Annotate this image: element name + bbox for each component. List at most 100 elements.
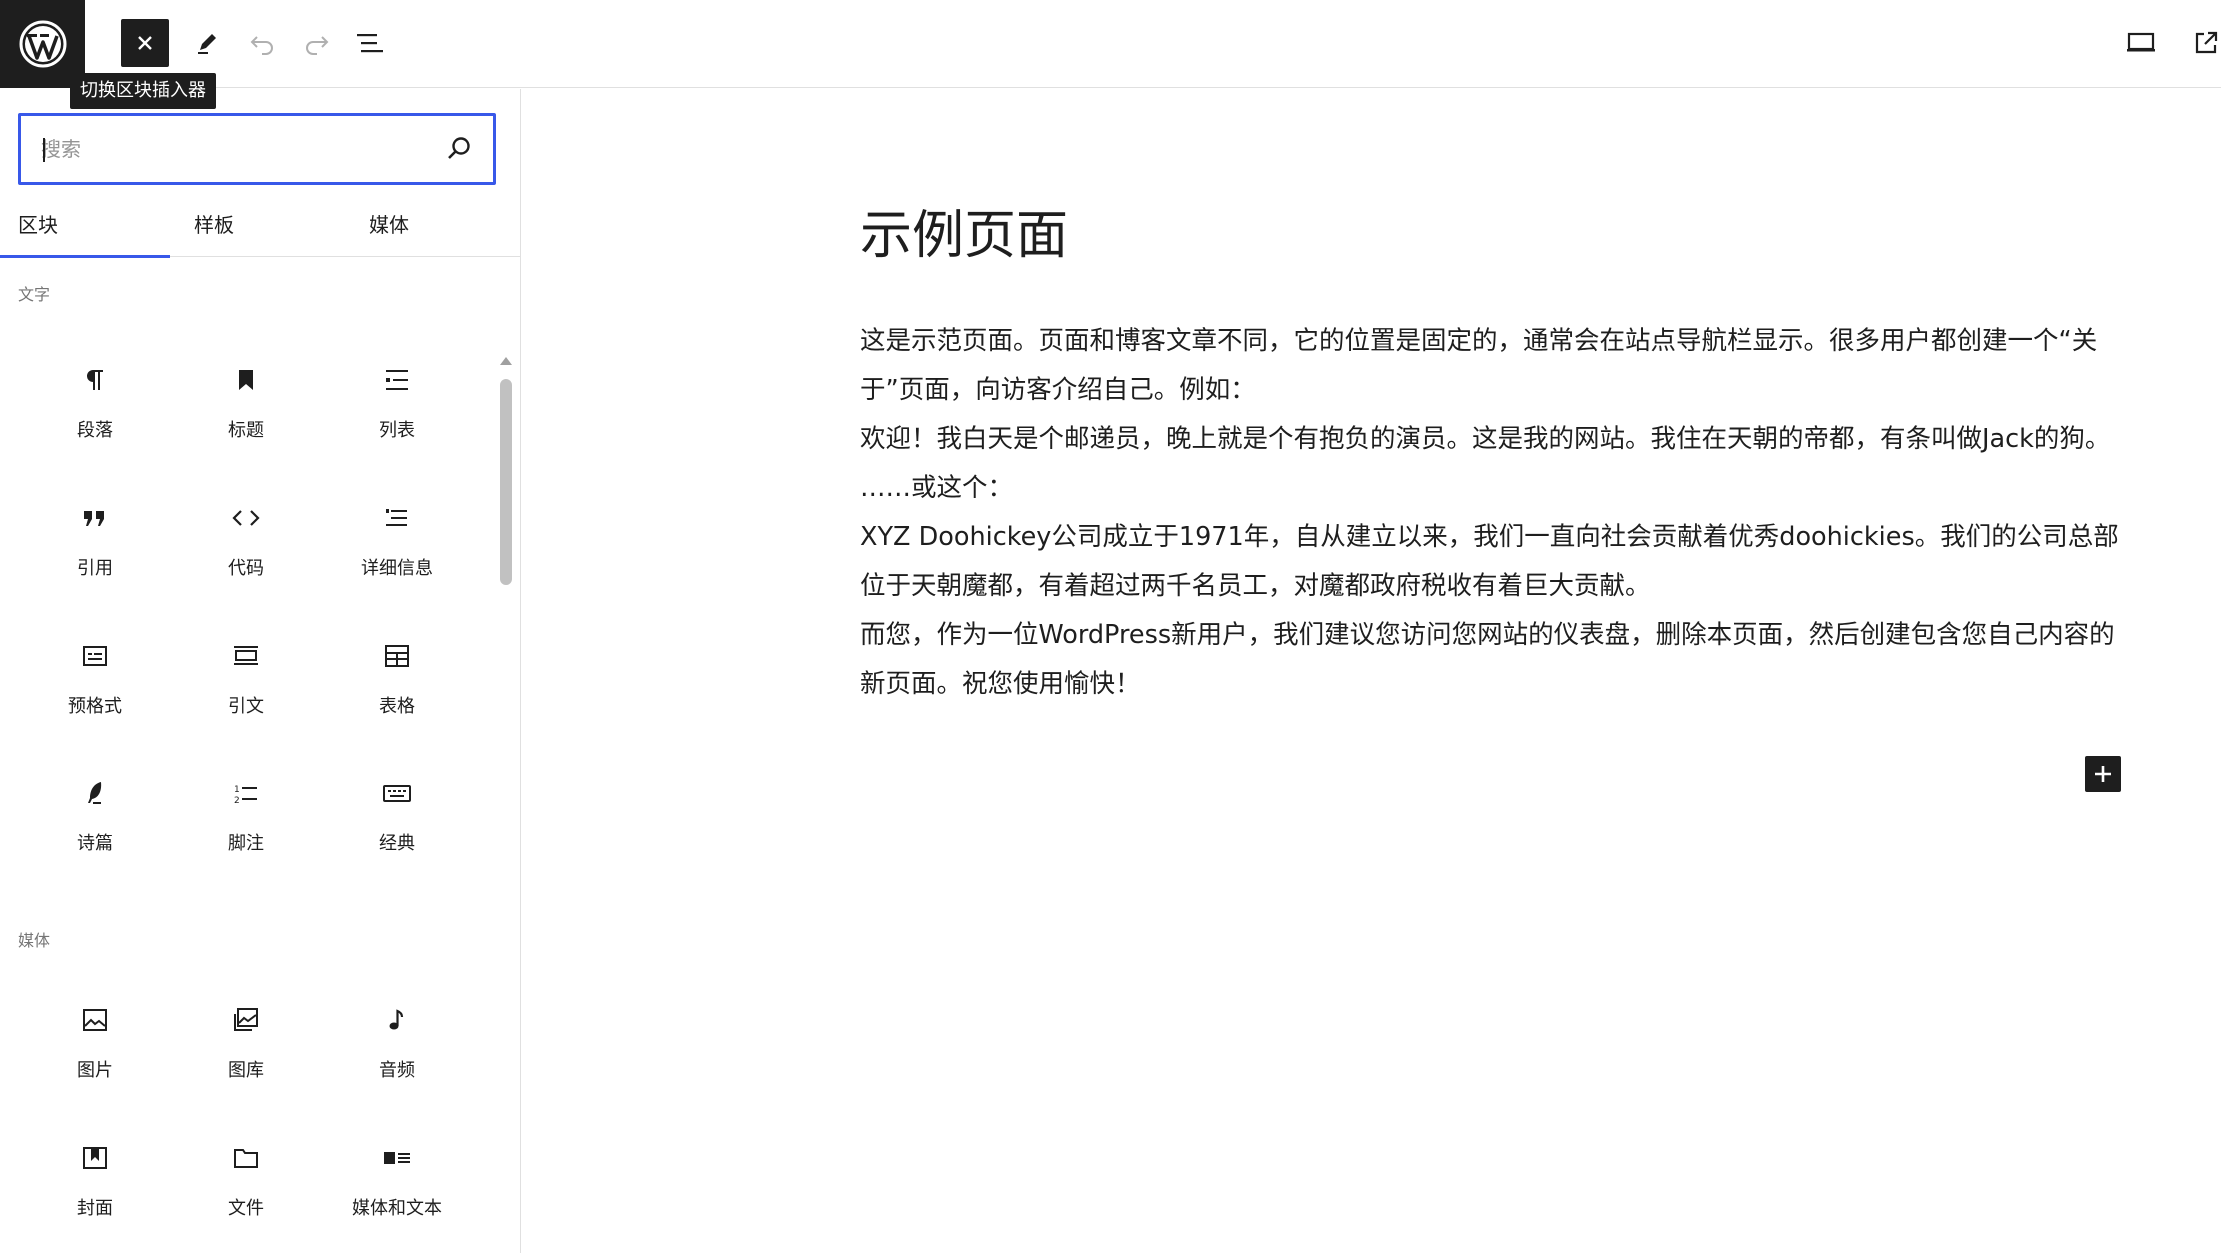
block-item-verse[interactable]: 诗篇: [20, 767, 170, 897]
redo-icon: [306, 36, 329, 55]
block-label: 图片: [77, 1060, 113, 1081]
block-label: 文件: [228, 1198, 264, 1219]
heading-icon: [239, 370, 253, 390]
block-label: 代码: [228, 558, 264, 579]
page-title[interactable]: 示例页面: [860, 193, 1068, 268]
external-link-icon: [2195, 31, 2218, 54]
document-overview-button[interactable]: [346, 19, 394, 67]
close-icon: [138, 36, 152, 50]
block-label: 音频: [379, 1060, 415, 1081]
tab-blocks[interactable]: 区块: [0, 207, 170, 258]
block-inserter-panel: 区块 样板 媒体 文字 段落 标题 列表 引用 代码 详细信息 预格式: [0, 89, 521, 1253]
undo-icon: [250, 36, 273, 55]
tools-button[interactable]: [183, 19, 231, 67]
search-input[interactable]: [41, 116, 421, 182]
block-label: 列表: [379, 420, 415, 441]
wordpress-icon: [19, 20, 66, 68]
block-item-file[interactable]: 文件: [171, 1132, 321, 1253]
category-title-text: 文字: [18, 285, 51, 304]
audio-icon: [389, 1009, 404, 1030]
paragraph-block[interactable]: 欢迎！我白天是个邮递员，晚上就是个有抱负的演员。这是我的网站。我住在天朝的帝都，…: [860, 415, 2130, 464]
scroll-up-arrow[interactable]: [500, 357, 512, 365]
block-item-classic[interactable]: 经典: [322, 767, 472, 897]
block-label: 标题: [228, 420, 264, 441]
search-box: [18, 113, 496, 185]
table-icon: [385, 645, 409, 667]
verse-icon: [88, 782, 102, 804]
paragraph-block[interactable]: 而您，作为一位WordPress新用户，我们建议您访问您网站的仪表盘，删除本页面…: [860, 611, 2130, 709]
cover-icon: [83, 1147, 107, 1169]
svg-text:1: 1: [234, 785, 240, 795]
block-label: 表格: [379, 696, 415, 717]
block-item-code[interactable]: 代码: [171, 492, 321, 622]
block-label: 引用: [77, 558, 113, 579]
gallery-icon: [234, 1008, 258, 1031]
block-label: 详细信息: [361, 558, 433, 579]
tab-label: 区块: [18, 213, 58, 237]
inserter-tabs: 区块 样板 媒体: [0, 207, 521, 258]
list-icon: [386, 370, 408, 390]
block-item-list[interactable]: 列表: [322, 354, 472, 484]
details-icon: [386, 509, 407, 526]
block-label: 引文: [228, 696, 264, 717]
file-icon: [234, 1149, 258, 1168]
block-label: 预格式: [68, 696, 122, 717]
desktop-icon: [2127, 32, 2155, 52]
block-item-table[interactable]: 表格: [322, 630, 472, 760]
block-item-pullquote[interactable]: 引文: [171, 630, 321, 760]
block-label: 经典: [379, 833, 415, 854]
media-text-icon: [384, 1152, 410, 1164]
paragraph-text: 而您，作为一位WordPress新用户，我们建议您访问: [860, 620, 1452, 650]
block-item-image[interactable]: 图片: [20, 994, 170, 1124]
toggle-block-inserter-button[interactable]: [121, 19, 169, 67]
preformatted-icon: [83, 646, 107, 666]
list-view-icon: [357, 34, 383, 53]
code-icon: [232, 510, 260, 526]
block-label: 段落: [77, 420, 113, 441]
tab-label: 样板: [194, 213, 234, 237]
svg-text:2: 2: [234, 796, 240, 806]
dashboard-link[interactable]: 您网站的仪表盘: [1452, 620, 1631, 650]
image-icon: [83, 1009, 107, 1031]
paragraph-block[interactable]: ……或这个：: [860, 464, 2130, 513]
block-item-heading[interactable]: 标题: [171, 354, 321, 484]
redo-button[interactable]: [293, 19, 341, 67]
text-caret: [43, 138, 45, 162]
paragraph-icon: [87, 370, 103, 390]
add-block-button[interactable]: [2085, 756, 2121, 792]
block-item-paragraph[interactable]: 段落: [20, 354, 170, 484]
block-label: 图库: [228, 1060, 264, 1081]
block-label: 脚注: [228, 833, 264, 854]
footnotes-icon: 12: [234, 785, 257, 806]
paragraph-block[interactable]: XYZ Doohickey公司成立于1971年，自从建立以来，我们一直向社会贡献…: [860, 513, 2130, 611]
block-item-preformatted[interactable]: 预格式: [20, 630, 170, 760]
tab-media[interactable]: 媒体: [369, 207, 409, 257]
block-item-quote[interactable]: 引用: [20, 492, 170, 622]
block-item-cover[interactable]: 封面: [20, 1132, 170, 1253]
classic-icon: [383, 785, 411, 802]
tab-patterns[interactable]: 样板: [194, 207, 234, 257]
block-item-audio[interactable]: 音频: [322, 994, 472, 1124]
quote-icon: [84, 511, 104, 526]
block-item-gallery[interactable]: 图库: [171, 994, 321, 1124]
toggle-inserter-tooltip: 切换区块插入器: [70, 73, 216, 109]
device-preview-button[interactable]: [2117, 19, 2165, 67]
pencil-icon: [198, 34, 216, 54]
pullquote-icon: [234, 646, 258, 665]
tab-label: 媒体: [369, 213, 409, 237]
plus-icon: [2095, 766, 2111, 782]
paragraph-block[interactable]: 这是示范页面。页面和博客文章不同，它的位置是固定的，通常会在站点导航栏显示。很多…: [860, 317, 2130, 415]
block-label: 封面: [77, 1198, 113, 1219]
block-item-footnotes[interactable]: 12 脚注: [171, 767, 321, 897]
view-page-button[interactable]: [2182, 19, 2221, 67]
block-item-media-text[interactable]: 媒体和文本: [322, 1132, 472, 1253]
editor-header: 切换区块插入器: [0, 0, 2221, 109]
block-item-details[interactable]: 详细信息: [322, 492, 472, 622]
undo-button[interactable]: [238, 19, 286, 67]
inserter-scrollbar[interactable]: [500, 379, 512, 585]
search-icon: [448, 137, 470, 159]
block-label: 媒体和文本: [352, 1198, 442, 1219]
page-content: 这是示范页面。页面和博客文章不同，它的位置是固定的，通常会在站点导航栏显示。很多…: [860, 317, 2130, 709]
category-title-media: 媒体: [18, 931, 51, 950]
editor-canvas: 示例页面 这是示范页面。页面和博客文章不同，它的位置是固定的，通常会在站点导航栏…: [522, 89, 2221, 1253]
